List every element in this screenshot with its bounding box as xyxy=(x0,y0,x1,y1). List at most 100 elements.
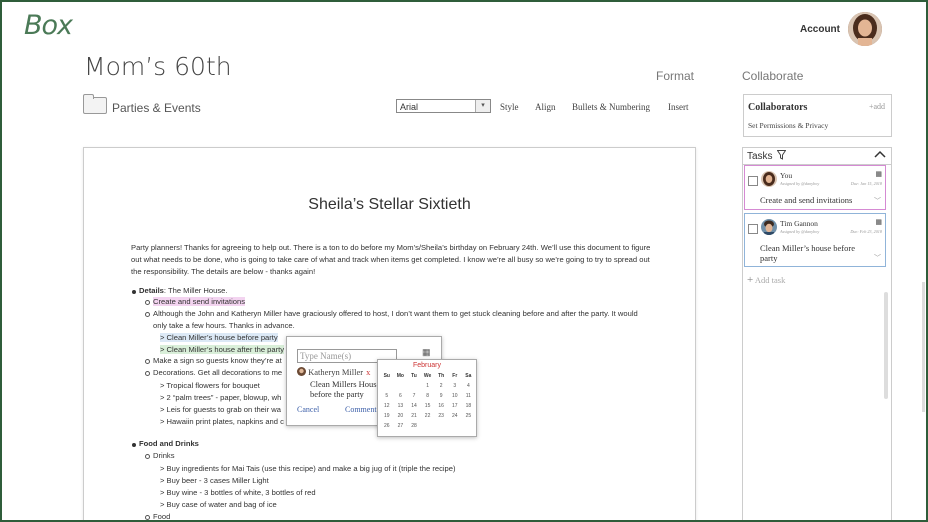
calendar-date[interactable]: 21 xyxy=(407,411,421,421)
calendar-date[interactable]: 11 xyxy=(462,391,476,401)
calendar-date[interactable]: 25 xyxy=(462,411,476,421)
align-menu[interactable]: Align xyxy=(535,102,556,112)
account-link[interactable]: Account xyxy=(800,24,840,35)
calendar-icon[interactable]: ▦ xyxy=(875,170,882,178)
task-checkbox[interactable] xyxy=(748,176,758,186)
calendar-date[interactable]: 10 xyxy=(448,391,462,401)
clean-before-line[interactable]: > Clean Miller’s house before party xyxy=(160,333,278,342)
remove-assignee-icon[interactable]: x xyxy=(366,367,370,377)
cancel-button[interactable]: Cancel xyxy=(297,405,319,414)
calendar-date xyxy=(434,421,448,431)
calendar-date[interactable]: 17 xyxy=(448,401,462,411)
leis-line: > Leis for guests to grab on their wa xyxy=(160,405,281,414)
bullet xyxy=(145,515,150,520)
calendar-day-header: Tu xyxy=(411,373,417,379)
tasks-title: Tasks xyxy=(747,151,773,162)
hosts-line-2: only take a few hours. Thanks in advance… xyxy=(153,321,295,330)
calendar-date[interactable]: 28 xyxy=(407,421,421,431)
font-select-value: Arial xyxy=(400,102,419,112)
task-card[interactable]: Tim Gannon Assigned by @danyboy Due: Feb … xyxy=(744,213,886,267)
font-select[interactable]: Arial ▾ xyxy=(396,99,491,113)
bullets-menu[interactable]: Bullets & Numbering xyxy=(572,102,650,112)
tasks-panel: Tasks You Assigned by @danyboy Due: Jan 1… xyxy=(742,147,892,520)
calendar-date[interactable]: 1 xyxy=(421,381,435,391)
app-window: Box Account Mom’s 60th Parties & Events … xyxy=(0,0,928,522)
drinks-line: Drinks xyxy=(153,451,175,460)
breadcrumb[interactable]: Parties & Events xyxy=(112,101,201,115)
calendar-date[interactable]: 4 xyxy=(462,381,476,391)
calendar-day-header: Sa xyxy=(465,373,472,379)
task-checkbox[interactable] xyxy=(748,224,758,234)
flowers-line: > Tropical flowers for bouquet xyxy=(160,381,260,390)
calendar-icon[interactable]: ▦ xyxy=(875,218,882,226)
calendar-date[interactable]: 3 xyxy=(448,381,462,391)
permissions-link[interactable]: Set Permissions & Privacy xyxy=(748,121,828,130)
sign-line: Make a sign so guests know they’re at xyxy=(153,356,282,365)
avatar xyxy=(761,171,777,187)
calendar-day-header: Fr xyxy=(452,373,458,379)
chevron-up-icon[interactable] xyxy=(874,149,886,161)
chevron-down-icon[interactable]: ﹀ xyxy=(874,253,881,263)
user-avatar[interactable] xyxy=(848,12,882,46)
chevron-down-icon: ▾ xyxy=(475,100,490,112)
calendar-day-header: Th xyxy=(438,373,445,379)
calendar-date[interactable]: 22 xyxy=(421,411,435,421)
calendar-date[interactable]: 18 xyxy=(462,401,476,411)
calendar-date[interactable]: 12 xyxy=(380,401,394,411)
comment-button[interactable]: Comment xyxy=(345,405,377,414)
chevron-down-icon[interactable]: ﹀ xyxy=(874,196,881,206)
clean-after-line[interactable]: > Clean Miller’s house after the party xyxy=(160,345,285,354)
calendar-date xyxy=(421,421,435,431)
task-due-date: Due: Jan 15, 2018 xyxy=(850,181,882,186)
tasks-header: Tasks xyxy=(743,148,891,165)
bullet xyxy=(145,312,150,317)
hosts-line: Although the John and Katheryn Miller ha… xyxy=(153,309,638,318)
add-collaborator-button[interactable]: +add xyxy=(869,102,885,111)
calendar-date[interactable]: 8 xyxy=(421,391,435,401)
style-menu[interactable]: Style xyxy=(500,102,519,112)
bullet xyxy=(132,290,136,294)
invites-line[interactable]: Create and send invitations xyxy=(153,297,246,306)
water-line: > Buy case of water and bag of ice xyxy=(160,500,277,509)
box-logo[interactable]: Box xyxy=(24,10,73,41)
tab-format[interactable]: Format xyxy=(656,69,694,83)
intro-paragraph: Party planners! Thanks for agreeing to h… xyxy=(131,243,651,276)
document-page[interactable]: Sheila’s Stellar Sixtieth Party planners… xyxy=(83,147,696,521)
calendar-date[interactable]: 20 xyxy=(394,411,408,421)
calendar-day-header: Su xyxy=(383,373,390,379)
task-due-date: Due: Feb 23, 2018 xyxy=(850,229,882,234)
calendar-day-header: Mo xyxy=(396,373,404,379)
filter-icon[interactable] xyxy=(776,150,787,163)
add-task-button[interactable]: + Add task xyxy=(747,274,785,286)
calendar-date[interactable]: 26 xyxy=(380,421,394,431)
calendar-date[interactable]: 7 xyxy=(407,391,421,401)
calendar-date[interactable]: 19 xyxy=(380,411,394,421)
calendar-date[interactable]: 5 xyxy=(380,391,394,401)
bullet xyxy=(145,371,150,376)
calendar-icon[interactable]: ▦ xyxy=(422,347,431,358)
calendar-date[interactable]: 15 xyxy=(421,401,435,411)
calendar-date[interactable]: 16 xyxy=(434,401,448,411)
assignee-chip[interactable]: Katheryn Miller x xyxy=(297,367,370,377)
calendar-date[interactable]: 23 xyxy=(434,411,448,421)
calendar-day-header: We xyxy=(423,373,432,379)
calendar-date[interactable]: 2 xyxy=(434,381,448,391)
calendar-date[interactable]: 9 xyxy=(434,391,448,401)
calendar-month: February xyxy=(412,362,441,369)
calendar-date[interactable]: 24 xyxy=(448,411,462,421)
folder-icon[interactable] xyxy=(83,94,107,114)
task-card[interactable]: You Assigned by @danyboy Due: Jan 15, 201… xyxy=(744,165,886,210)
page-scrollbar[interactable] xyxy=(922,282,925,412)
calendar-date[interactable]: 13 xyxy=(394,401,408,411)
document-title[interactable]: Mom’s 60th xyxy=(84,52,232,81)
task-assignee: Tim Gannon xyxy=(780,219,818,228)
calendar-date[interactable]: 27 xyxy=(394,421,408,431)
calendar-date[interactable]: 6 xyxy=(394,391,408,401)
tab-collaborate[interactable]: Collaborate xyxy=(742,69,803,83)
food-line: Food xyxy=(153,512,171,521)
bullet xyxy=(145,300,150,305)
insert-menu[interactable]: Insert xyxy=(668,102,689,112)
tasks-scrollbar[interactable] xyxy=(884,292,888,399)
calendar-date[interactable]: 14 xyxy=(407,401,421,411)
collaborators-title: Collaborators xyxy=(748,102,808,113)
